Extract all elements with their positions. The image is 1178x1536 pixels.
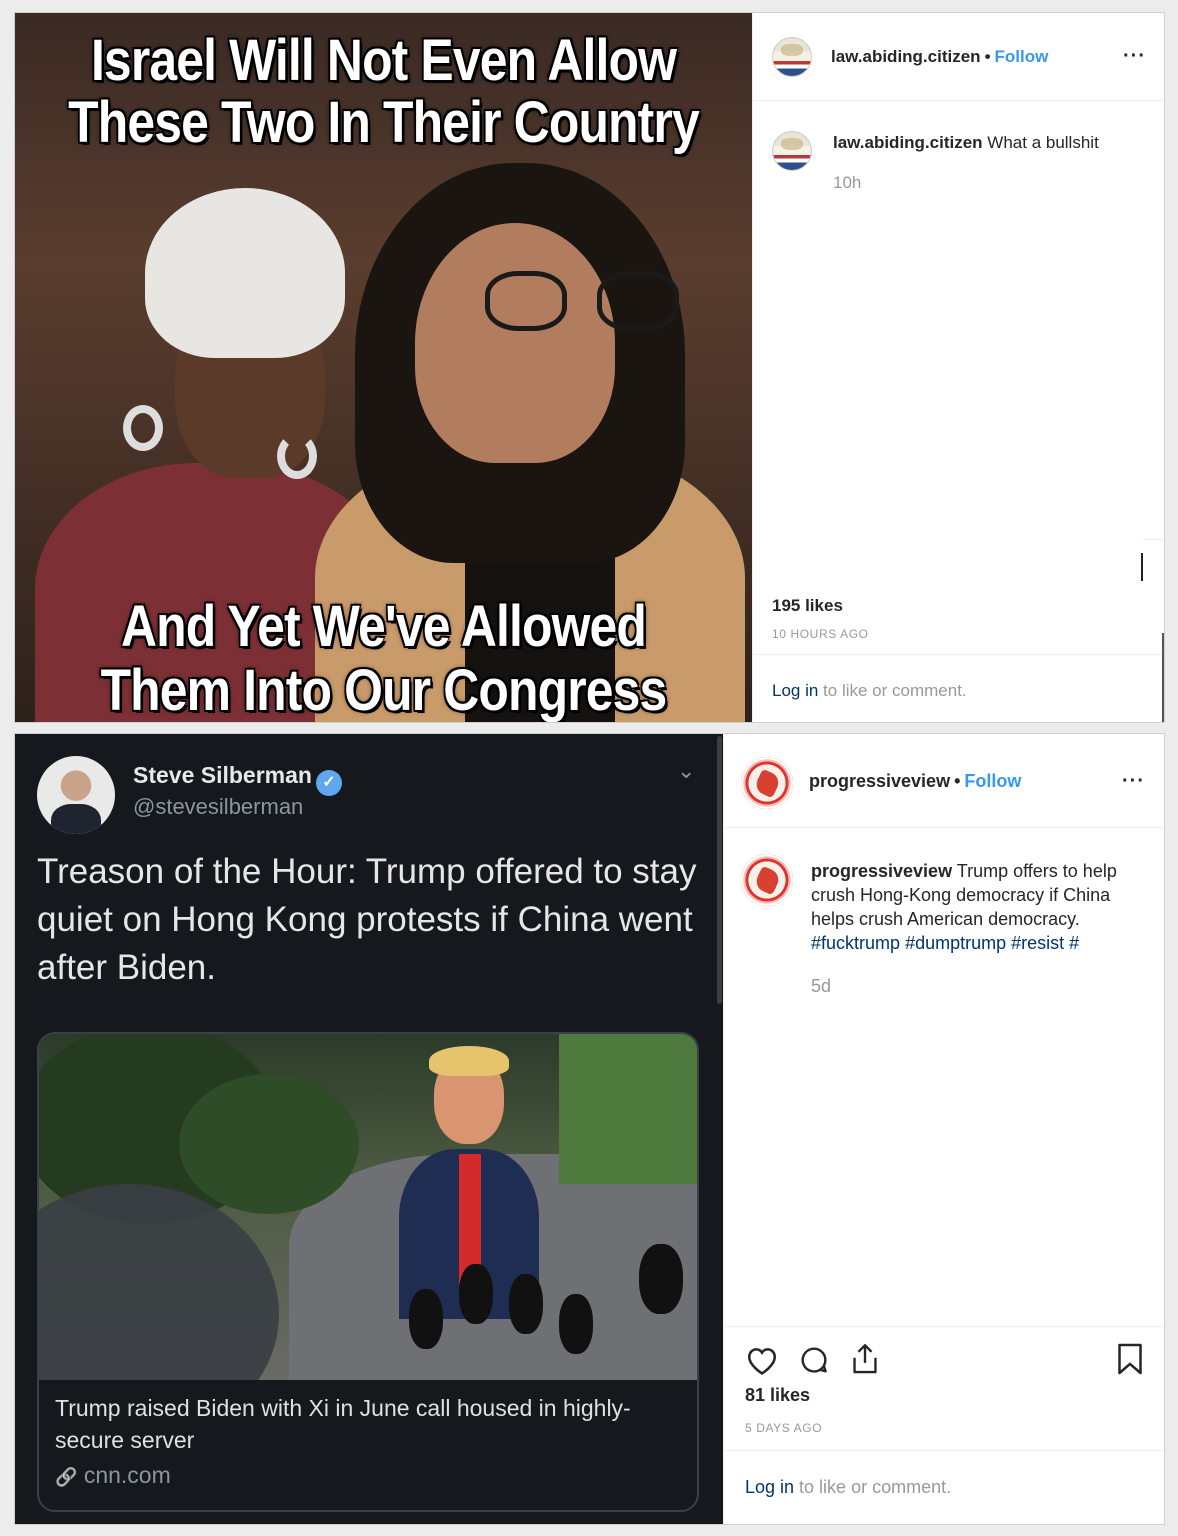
post-2-timestamp[interactable]: 5 DAYS AGO [745, 1421, 822, 1435]
tweet-card-photo [39, 1034, 697, 1380]
post-1-avatar[interactable] [772, 37, 812, 77]
comment-1-text: What a bullshit [987, 133, 1099, 152]
post-1-login-link[interactable]: Log in [772, 681, 818, 700]
tweet-author-name: Steve Silberman ✓ [133, 762, 342, 796]
text-cursor [1141, 553, 1143, 581]
post-2-sidebar: progressiveview • Follow ··· progressivevi… [723, 734, 1164, 1524]
verified-badge-icon: ✓ [315, 770, 342, 796]
post-2-more-options-button[interactable]: ··· [1122, 770, 1145, 793]
tweet-author-handle: @stevesilberman [133, 794, 304, 819]
comment-1-avatar[interactable] [772, 131, 812, 171]
post-1-login-rest: to like or comment. [818, 681, 967, 700]
hashtag-link[interactable]: #dumptrump [905, 933, 1006, 953]
post-1-separator: • [984, 47, 991, 66]
hashtag-link[interactable]: #resist [1011, 933, 1064, 953]
post-2-tweet-screenshot: Steve Silberman ✓ @stevesilberman ⌄ Treas… [15, 734, 723, 1524]
post-1-likes-count[interactable]: 195 likes [772, 596, 843, 616]
photo-figure-hair [429, 1046, 509, 1076]
hashtag-link[interactable]: # [1069, 933, 1079, 953]
post-1-login-row: Log in to like or comment. [753, 654, 1164, 722]
post-1-sidebar: law.abiding.citizen • Follow ··· law.abidi… [752, 13, 1164, 722]
instagram-post-2: Steve Silberman ✓ @stevesilberman ⌄ Treas… [14, 733, 1165, 1525]
photo-tree-2 [179, 1074, 359, 1214]
tweet-card-headline: Trump raised Biden with Xi in June call … [55, 1395, 631, 1453]
meme-text-line-4: Them Into Our Congress [100, 658, 668, 722]
post-2-login-link[interactable]: Log in [745, 1477, 794, 1497]
post-2-username[interactable]: progressiveview [809, 771, 950, 791]
post-2-caption-username[interactable]: progressiveview [811, 861, 952, 881]
meme-figure-right-face [415, 223, 615, 463]
photo-mic-1 [409, 1289, 443, 1349]
post-2-caption-time[interactable]: 5d [811, 976, 831, 997]
post-2-likes-count[interactable]: 81 likes [745, 1385, 810, 1406]
meme-earring-left [123, 405, 163, 451]
tweet-author-avatar [37, 756, 115, 834]
photo-mic-4 [559, 1294, 593, 1354]
bookmark-icon[interactable] [1116, 1342, 1144, 1376]
link-icon: 🔗 [55, 1467, 78, 1487]
post-1-divider [1143, 539, 1164, 540]
post-2-follow-button[interactable]: Follow [964, 771, 1021, 791]
comment-icon[interactable] [798, 1344, 830, 1376]
photo-lawn [559, 1034, 697, 1184]
chevron-down-icon: ⌄ [677, 758, 696, 783]
post-2-login-row: Log in to like or comment. [724, 1450, 1164, 1524]
instagram-post-1: Israel Will Not Even Allow These Two In … [14, 12, 1165, 723]
post-2-login-text: Log in to like or comment. [745, 1477, 951, 1498]
photo-blur-foreground [39, 1184, 279, 1380]
comment-1-username[interactable]: law.abiding.citizen [833, 133, 983, 152]
post-2-login-rest: to like or comment. [794, 1477, 952, 1497]
meme-text-line-2: These Two In Their Country [68, 90, 700, 155]
post-1-follow-button[interactable]: Follow [995, 47, 1049, 66]
post-2-separator: • [954, 771, 961, 791]
photo-mic-3 [509, 1274, 543, 1334]
heart-icon[interactable] [745, 1344, 779, 1376]
post-1-login-text: Log in to like or comment. [772, 681, 967, 701]
hashtag-link[interactable]: #fucktrump [811, 933, 900, 953]
tweet-author-name-text: Steve Silberman [133, 762, 312, 788]
meme-text-line-3: And Yet We've Allowed [120, 594, 647, 659]
window-edge [1162, 633, 1164, 722]
post-2-header: progressiveview • Follow ··· [724, 734, 1164, 828]
tweet-card-domain: cnn.com [83, 1462, 171, 1488]
comment-1: law.abiding.citizen What a bullshit [833, 131, 1153, 155]
tweet-scrollbar [717, 736, 722, 1004]
meme-glasses [485, 271, 685, 341]
tweet-card-link: 🔗 cnn.com [55, 1462, 171, 1489]
post-1-header-user: law.abiding.citizen • Follow [831, 47, 1048, 67]
post-1-more-options-button[interactable]: ··· [1123, 45, 1146, 68]
post-2-avatar[interactable] [741, 757, 793, 809]
photo-mic-2 [459, 1264, 493, 1324]
tweet-text: Treason of the Hour: Trump offered to st… [37, 852, 697, 987]
tweet-link-card: Trump raised Biden with Xi in June call … [37, 1032, 699, 1512]
post-2-caption: progressiveview Trump offers to help cru… [811, 859, 1151, 955]
post-1-timestamp[interactable]: 10 HOURS AGO [772, 627, 869, 641]
post-1-header: law.abiding.citizen • Follow ··· [753, 13, 1164, 101]
share-icon[interactable] [849, 1342, 881, 1376]
post-2-actions: 81 likes 5 DAYS AGO [724, 1326, 1164, 1450]
meme-figure-left-headwrap [145, 188, 345, 358]
meme-text-line-1: Israel Will Not Even Allow [90, 28, 677, 93]
post-1-meme-image: Israel Will Not Even Allow These Two In … [15, 13, 752, 722]
comment-1-time[interactable]: 10h [833, 173, 861, 193]
post-2-header-user: progressiveview • Follow [809, 771, 1021, 792]
photo-mic-5 [639, 1244, 683, 1314]
meme-earring-right [277, 433, 317, 479]
post-2-caption-avatar[interactable] [741, 854, 793, 906]
post-1-username[interactable]: law.abiding.citizen [831, 47, 981, 66]
